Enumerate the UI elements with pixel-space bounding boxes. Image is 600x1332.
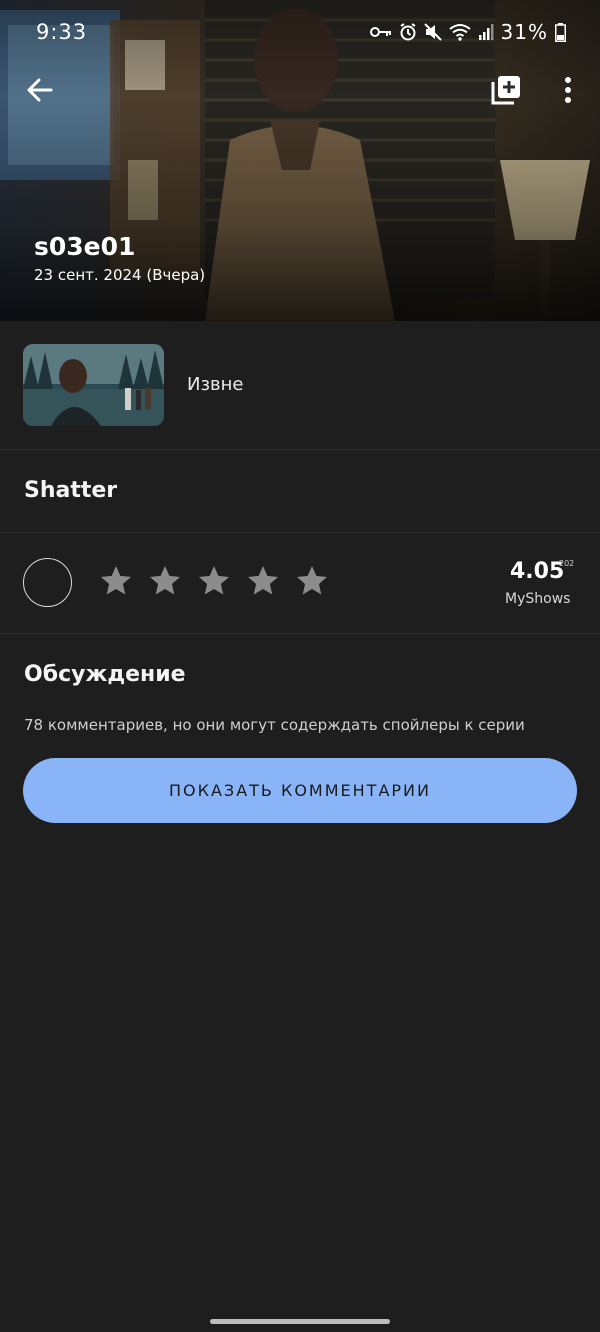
show-title[interactable]: Извне <box>187 374 244 395</box>
rating-source: MyShows <box>505 591 571 607</box>
wifi-icon <box>448 23 471 41</box>
more-options-button[interactable] <box>544 66 592 114</box>
star-2-icon[interactable] <box>147 563 183 599</box>
more-vertical-icon <box>565 77 571 103</box>
arrow-left-icon <box>27 78 53 102</box>
battery-icon <box>555 22 566 42</box>
discussion-summary: 78 комментариев, но они могут содерждать… <box>24 716 525 734</box>
status-bar: 9:33 31% <box>0 0 600 64</box>
episode-hero: 9:33 31% s03e01 23 сент. 2024 (Вчера) <box>0 0 600 321</box>
rating-row: 4.05 202 MyShows <box>0 533 600 634</box>
alarm-icon <box>399 23 417 41</box>
star-3-icon[interactable] <box>196 563 232 599</box>
rating-count: 202 <box>559 559 575 568</box>
star-rating <box>98 563 330 599</box>
episode-title: Shatter <box>24 478 118 503</box>
discussion-heading: Обсуждение <box>24 662 186 687</box>
star-4-icon[interactable] <box>245 563 281 599</box>
episode-air-date: 23 сент. 2024 (Вчера) <box>34 266 206 284</box>
home-indicator[interactable] <box>210 1319 390 1324</box>
show-link-row[interactable]: Извне <box>0 321 600 450</box>
battery-percent: 31% <box>500 20 548 44</box>
show-comments-button[interactable]: ПОКАЗАТЬ КОММЕНТАРИИ <box>23 758 577 823</box>
key-icon <box>369 25 392 39</box>
average-rating: 4.05 <box>510 559 565 584</box>
status-time: 9:33 <box>36 20 88 44</box>
add-to-library-icon <box>491 76 520 105</box>
mark-watched-toggle[interactable] <box>23 558 72 607</box>
show-poster <box>23 344 164 426</box>
mute-icon <box>423 23 442 41</box>
back-button[interactable] <box>16 66 64 114</box>
star-5-icon[interactable] <box>294 563 330 599</box>
episode-title-row: Shatter <box>0 450 600 533</box>
star-1-icon[interactable] <box>98 563 134 599</box>
add-to-library-button[interactable] <box>482 66 530 114</box>
episode-code: s03e01 <box>34 232 136 261</box>
signal-icon <box>478 24 494 40</box>
